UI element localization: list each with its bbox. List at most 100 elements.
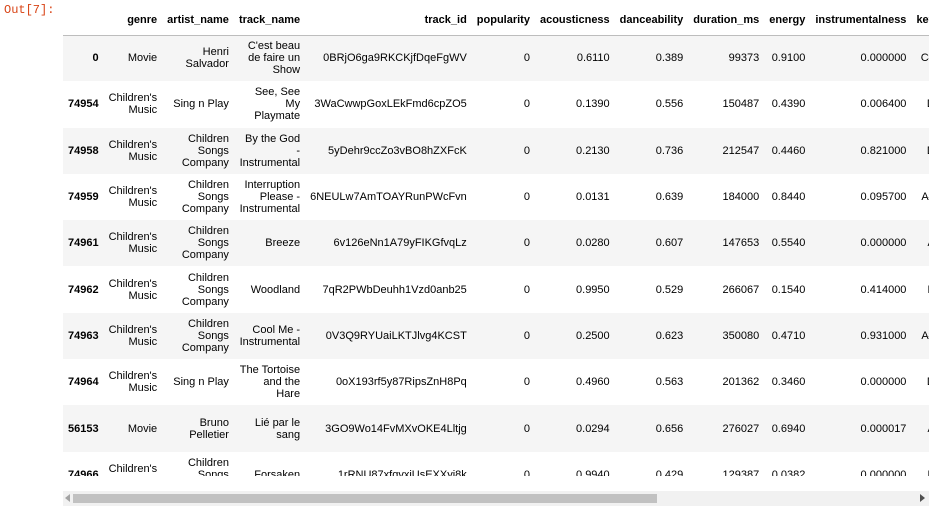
row-index: 74959 bbox=[68, 191, 99, 204]
cell-energy: 0.6940 bbox=[771, 422, 806, 435]
cell-key: D bbox=[911, 81, 929, 127]
cell-popularity: 0 bbox=[523, 422, 530, 435]
cell-energy: 0.4390 bbox=[771, 98, 806, 111]
cell-acousticness: 0.4960 bbox=[576, 376, 610, 389]
cell-popularity: 0 bbox=[523, 283, 530, 296]
cell-key: D bbox=[911, 128, 929, 174]
cell-duration-ms: 212547 bbox=[722, 144, 760, 157]
cell-instrumentalness: 0.931000 bbox=[860, 329, 907, 342]
cell-popularity: 0 bbox=[523, 376, 530, 389]
table-row: 0 Movie Henri Salvador C'est beau de fai… bbox=[63, 35, 929, 82]
cell-popularity: 0 bbox=[523, 329, 530, 342]
cell-instrumentalness: 0.095700 bbox=[860, 191, 907, 204]
cell-key: B bbox=[911, 452, 929, 476]
cell-duration-ms: 184000 bbox=[722, 191, 760, 204]
table-header: genre artist_name track_name track_id po… bbox=[63, 6, 929, 35]
cell-key: B bbox=[911, 266, 929, 312]
cell-popularity: 0 bbox=[523, 237, 530, 250]
cell-popularity: 0 bbox=[523, 144, 530, 157]
cell-energy: 0.9100 bbox=[771, 52, 806, 65]
cell-key: D bbox=[911, 359, 929, 405]
cell-duration-ms: 350080 bbox=[722, 329, 760, 342]
cell-duration-ms: 266067 bbox=[722, 283, 760, 296]
cell-instrumentalness: 0.414000 bbox=[860, 283, 907, 296]
scroll-right-arrow-icon[interactable] bbox=[920, 494, 925, 502]
output-prompt: Out[7]: bbox=[4, 3, 55, 17]
cell-genre: Children's Music bbox=[108, 138, 158, 163]
cell-acousticness: 0.9940 bbox=[576, 468, 610, 476]
row-index: 74963 bbox=[68, 329, 99, 342]
cell-genre: Children's Music bbox=[108, 92, 158, 117]
cell-acousticness: 0.2500 bbox=[576, 329, 610, 342]
table-row: 74959 Children's Music Children Songs Co… bbox=[63, 174, 929, 220]
scroll-left-arrow-icon[interactable] bbox=[65, 494, 70, 502]
cell-popularity: 0 bbox=[523, 98, 530, 111]
cell-track-id: 0BRjO6ga9RKCKjfDqeFgWV bbox=[323, 52, 467, 65]
cell-acousticness: 0.0131 bbox=[576, 191, 610, 204]
cell-genre: Children's Music bbox=[108, 185, 158, 210]
cell-danceability: 0.607 bbox=[655, 237, 684, 250]
cell-artist-name: Sing n Play bbox=[173, 376, 229, 389]
table-row: 74966 Children's Music Children Songs Co… bbox=[63, 452, 929, 476]
cell-instrumentalness: 0.821000 bbox=[860, 144, 907, 157]
cell-danceability: 0.623 bbox=[655, 329, 684, 342]
cell-genre: Children's Music bbox=[108, 323, 158, 348]
cell-key: A# bbox=[921, 329, 929, 342]
cell-track-name: Interruption Please - Instrumental bbox=[239, 179, 301, 216]
cell-duration-ms: 276027 bbox=[722, 422, 760, 435]
scrollbar-thumb[interactable] bbox=[73, 494, 657, 503]
cell-genre: Children's Music bbox=[108, 462, 158, 476]
cell-artist-name: Children Songs Company bbox=[187, 456, 229, 476]
cell-track-name: Lié par le sang bbox=[254, 416, 301, 441]
table-row: 56153 Movie Bruno Pelletier Lié par le s… bbox=[63, 405, 929, 452]
cell-acousticness: 0.2130 bbox=[576, 144, 610, 157]
cell-track-id: 6NEULw7AmTOAYRunPWcFvn bbox=[310, 191, 467, 204]
cell-popularity: 0 bbox=[523, 52, 530, 65]
cell-instrumentalness: 0.000000 bbox=[860, 237, 907, 250]
horizontal-scrollbar[interactable] bbox=[63, 491, 929, 506]
col-header-track-id: track_id bbox=[424, 14, 467, 27]
cell-genre: Children's Music bbox=[108, 231, 158, 256]
cell-energy: 0.4460 bbox=[771, 144, 806, 157]
cell-duration-ms: 150487 bbox=[722, 98, 760, 111]
row-index: 74961 bbox=[68, 237, 99, 250]
cell-artist-name: Henri Salvador bbox=[185, 46, 229, 71]
cell-artist-name: Children Songs Company bbox=[181, 132, 229, 169]
cell-artist-name: Children Songs Company bbox=[181, 225, 229, 262]
col-header-key: key bbox=[916, 14, 929, 27]
cell-danceability: 0.563 bbox=[655, 376, 684, 389]
cell-track-name: By the God - Instrumental bbox=[239, 132, 301, 169]
table-row: 74954 Children's Music Sing n Play See, … bbox=[63, 81, 929, 127]
cell-track-id: 3WaCwwpGoxLEkFmd6cpZO5 bbox=[314, 98, 467, 111]
cell-instrumentalness: 0.000017 bbox=[860, 422, 907, 435]
row-index: 56153 bbox=[68, 422, 99, 435]
cell-track-name: C'est beau de faire un Show bbox=[247, 40, 301, 77]
cell-track-id: 6v126eNn1A79yFIKGfvqLz bbox=[333, 237, 467, 250]
cell-energy: 0.3460 bbox=[771, 376, 806, 389]
cell-artist-name: Children Songs Company bbox=[181, 179, 229, 216]
cell-popularity: 0 bbox=[523, 191, 530, 204]
cell-genre: Children's Music bbox=[108, 277, 158, 302]
row-index: 0 bbox=[92, 52, 99, 65]
col-header-artist-name: artist_name bbox=[167, 14, 229, 27]
cell-track-name: Woodland bbox=[250, 283, 301, 296]
cell-track-name: See, See My Playmate bbox=[254, 86, 301, 123]
cell-artist-name: Sing n Play bbox=[173, 98, 229, 111]
cell-duration-ms: 129387 bbox=[722, 468, 760, 476]
dataframe-table: genre artist_name track_name track_id po… bbox=[63, 6, 929, 476]
cell-track-id: 5yDehr9ccZo3vBO8hZXFcK bbox=[328, 144, 467, 157]
col-header-genre: genre bbox=[127, 14, 158, 27]
cell-instrumentalness: 0.000000 bbox=[860, 376, 907, 389]
header-row: genre artist_name track_name track_id po… bbox=[63, 6, 929, 35]
cell-instrumentalness: 0.006400 bbox=[860, 98, 907, 111]
cell-track-name: Forsaken bbox=[254, 468, 301, 476]
cell-energy: 0.0382 bbox=[771, 468, 806, 476]
table-body: 0 Movie Henri Salvador C'est beau de fai… bbox=[63, 35, 929, 476]
col-header-duration-ms: duration_ms bbox=[693, 14, 760, 27]
cell-danceability: 0.529 bbox=[655, 283, 684, 296]
table-row: 74964 Children's Music Sing n Play The T… bbox=[63, 359, 929, 405]
cell-artist-name: Children Songs Company bbox=[181, 317, 229, 354]
cell-duration-ms: 201362 bbox=[722, 376, 760, 389]
table-row: 74958 Children's Music Children Songs Co… bbox=[63, 127, 929, 174]
cell-key: A# bbox=[921, 191, 929, 204]
